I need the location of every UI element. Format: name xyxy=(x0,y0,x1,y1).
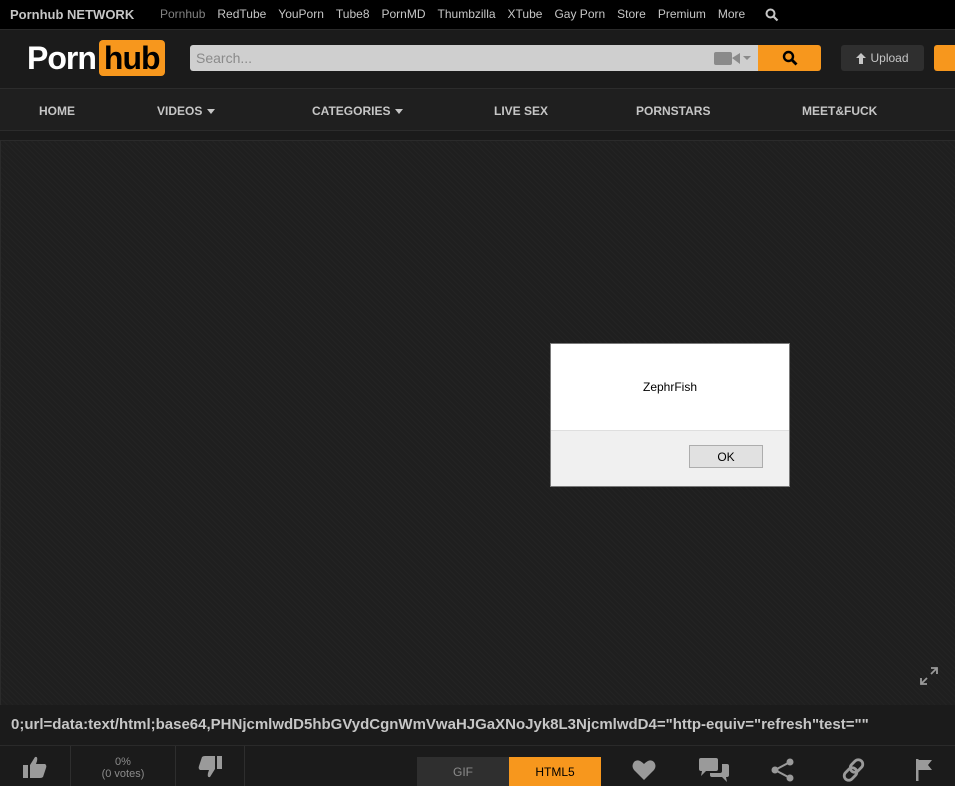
nav-meet-label: MEET&FUCK xyxy=(802,104,878,118)
rating-display: 0% (0 votes) xyxy=(71,756,175,780)
nav-videos[interactable]: VIDEOS xyxy=(157,104,216,118)
network-link-xtube[interactable]: XTube xyxy=(508,7,543,21)
network-link-pornmd[interactable]: PornMD xyxy=(382,7,426,21)
link-icon[interactable] xyxy=(841,758,867,782)
upload-button[interactable]: Upload xyxy=(841,45,924,71)
alert-footer: OK xyxy=(551,430,789,486)
network-link-youporn[interactable]: YouPorn xyxy=(278,7,324,21)
site-header: Porn hub Upload xyxy=(0,30,955,88)
comments-icon[interactable] xyxy=(698,758,730,782)
search-icon[interactable] xyxy=(765,8,779,22)
search-input[interactable] xyxy=(190,45,690,71)
nav-live-sex-label: LIVE SEX xyxy=(494,104,549,118)
nav-videos-label: VIDEOS xyxy=(157,104,203,118)
network-link-redtube[interactable]: RedTube xyxy=(217,7,266,21)
tab-html5[interactable]: HTML5 xyxy=(509,757,601,786)
network-links: Pornhub RedTube YouPorn Tube8 PornMD Thu… xyxy=(160,7,757,21)
flag-icon[interactable] xyxy=(912,758,938,782)
network-link-tube8[interactable]: Tube8 xyxy=(336,7,370,21)
ok-button[interactable]: OK xyxy=(689,445,763,468)
chevron-down-icon xyxy=(395,108,404,114)
nav-home[interactable]: HOME xyxy=(39,104,75,118)
share-icon[interactable] xyxy=(770,758,796,782)
search-box xyxy=(190,45,758,71)
network-link-gay[interactable]: Gay Porn xyxy=(554,7,605,21)
network-link-premium[interactable]: Premium xyxy=(658,7,706,21)
thumbs-down-button[interactable] xyxy=(175,746,245,786)
network-link-thumbzilla[interactable]: Thumbzilla xyxy=(438,7,496,21)
search-icon xyxy=(782,50,797,66)
rating-percent: 0% xyxy=(115,756,131,768)
nav-pornstars[interactable]: PORNSTARS xyxy=(636,104,710,118)
nav-live-sex[interactable]: LIVE SEX xyxy=(494,104,548,118)
favorite-heart-icon[interactable] xyxy=(631,758,657,782)
network-link-pornhub[interactable]: Pornhub xyxy=(160,7,205,21)
site-logo[interactable]: Porn hub xyxy=(27,40,165,76)
main-nav: HOME VIDEOS CATEGORIES LIVE SEX PORNSTAR… xyxy=(0,88,955,131)
network-link-store[interactable]: Store xyxy=(617,7,646,21)
premium-button[interactable] xyxy=(934,45,955,71)
logo-text-left: Porn xyxy=(27,39,97,76)
tab-gif[interactable]: GIF xyxy=(417,757,509,786)
nav-home-label: HOME xyxy=(39,104,75,118)
upload-arrow-icon xyxy=(856,52,867,64)
network-bar: Pornhub NETWORK Pornhub RedTube YouPorn … xyxy=(0,0,955,30)
thumbs-up-button[interactable] xyxy=(0,746,71,786)
upload-label: Upload xyxy=(870,51,909,65)
network-brand[interactable]: Pornhub NETWORK xyxy=(10,7,134,22)
fullscreen-icon[interactable] xyxy=(919,666,939,686)
video-player[interactable] xyxy=(0,140,955,705)
rating-votes: (0 votes) xyxy=(101,768,145,780)
video-title: 0;url=data:text/html;base64,PHNjcmlwdD5h… xyxy=(11,716,869,733)
thumbs-up-icon xyxy=(23,756,47,778)
nav-categories[interactable]: CATEGORIES xyxy=(312,104,404,118)
nav-categories-label: CATEGORIES xyxy=(312,104,391,118)
network-link-more[interactable]: More xyxy=(718,7,745,21)
logo-text-right: hub xyxy=(98,40,165,76)
nav-meet[interactable]: MEET&FUCK xyxy=(802,104,877,118)
thumbs-down-icon xyxy=(198,755,222,777)
video-title-bar: 0;url=data:text/html;base64,PHNjcmlwdD5h… xyxy=(0,705,955,745)
nav-pornstars-label: PORNSTARS xyxy=(636,104,711,118)
search-button[interactable] xyxy=(758,45,821,71)
chevron-down-icon xyxy=(207,108,216,114)
alert-message: ZephrFish xyxy=(642,380,698,394)
video-actions: 0% (0 votes) GIF HTML5 xyxy=(0,745,955,786)
alert-dialog: ZephrFish OK xyxy=(550,343,790,487)
video-camera-icon[interactable] xyxy=(714,50,752,66)
